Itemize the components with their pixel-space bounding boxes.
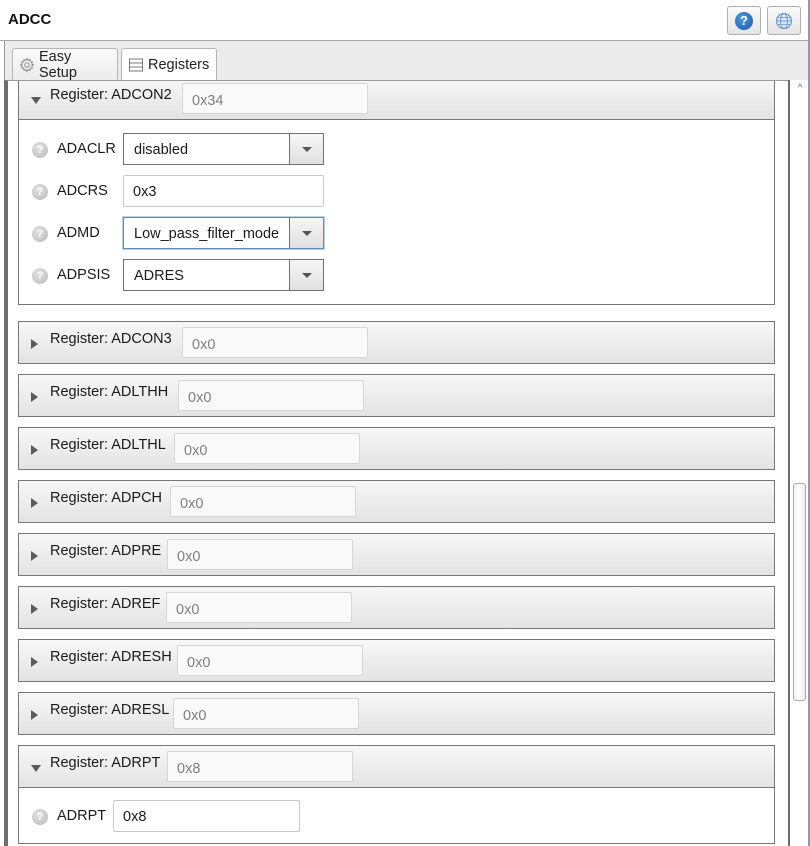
vertical-scrollbar[interactable]: ^ (788, 80, 808, 846)
register-adlthl: Register: ADLTHL 0x0 (18, 427, 775, 470)
register-adrpt: Register: ADRPT 0x8 ? ADRPT 0x8 (18, 745, 775, 844)
tab-registers-label: Registers (148, 57, 210, 73)
collapse-arrow-icon (31, 97, 41, 104)
register-header[interactable]: Register: ADRPT 0x8 (18, 745, 775, 788)
dropdown-value: Low_pass_filter_mode (134, 226, 280, 242)
help-icon: ? (735, 11, 753, 30)
help-icon[interactable]: ? (32, 226, 48, 242)
register-label: Register: ADPRE (50, 543, 162, 559)
register-value-field[interactable]: 0x0 (178, 380, 364, 411)
register-value-field[interactable]: 0x8 (167, 751, 353, 782)
register-label: Register: ADLTHH (50, 384, 169, 400)
register-header[interactable]: Register: ADRESL 0x0 (18, 692, 775, 735)
register-value-field[interactable]: 0x0 (166, 592, 352, 623)
register-adlthh: Register: ADLTHH 0x0 (18, 374, 775, 417)
scrollbar-thumb[interactable] (793, 483, 806, 701)
registers-panel: Register: ADCON2 0x34 ? ADACLR disabled … (4, 80, 788, 846)
field-row-adpsis: ? ADPSIS ADRES (19, 259, 774, 292)
register-header[interactable]: Register: ADPCH 0x0 (18, 480, 775, 523)
register-adcon2: Register: ADCON2 0x34 ? ADACLR disabled … (18, 81, 775, 305)
register-value-field[interactable]: 0x0 (167, 539, 353, 570)
expand-arrow-icon (31, 604, 38, 614)
tab-easy-setup-label: Easy Setup (39, 48, 77, 81)
title-bar: ADCC ? (0, 0, 808, 41)
field-label: ADPSIS (57, 267, 111, 283)
field-row-adaclr: ? ADACLR disabled (19, 133, 774, 166)
dropdown-button[interactable] (289, 260, 323, 290)
chevron-down-icon (301, 272, 312, 278)
chevron-up-icon[interactable]: ^ (793, 82, 807, 94)
field-label: ADCRS (57, 183, 108, 199)
dropdown-value: ADRES (134, 268, 184, 284)
register-header[interactable]: Register: ADCON2 0x34 (18, 81, 775, 120)
field-label: ADRPT (57, 808, 107, 824)
field-row-admd: ? ADMD Low_pass_filter_mode (19, 217, 774, 250)
expand-arrow-icon (31, 551, 38, 561)
admd-dropdown[interactable]: Low_pass_filter_mode (123, 217, 324, 249)
adrpt-input[interactable]: 0x8 (113, 800, 300, 832)
help-icon[interactable]: ? (32, 142, 48, 158)
adcc-window: ADCC ? Easy Setup Registers Register: AD… (0, 0, 810, 846)
register-adresh: Register: ADRESH 0x0 (18, 639, 775, 682)
adcrs-input[interactable]: 0x3 (123, 175, 324, 207)
expand-arrow-icon (31, 392, 38, 402)
register-label: Register: ADCON2 (50, 87, 172, 103)
register-fields: ? ADACLR disabled ? ADCRS 0x3 ? ADMD Low… (18, 120, 775, 305)
register-list-icon (128, 57, 144, 73)
register-adref: Register: ADREF 0x0 (18, 586, 775, 629)
chevron-down-icon (301, 230, 312, 236)
expand-arrow-icon (31, 498, 38, 508)
register-value-field[interactable]: 0x0 (177, 645, 363, 676)
register-header[interactable]: Register: ADPRE 0x0 (18, 533, 775, 576)
tab-bar: Easy Setup Registers (4, 41, 808, 81)
help-icon[interactable]: ? (32, 184, 48, 200)
register-adpre: Register: ADPRE 0x0 (18, 533, 775, 576)
dropdown-button[interactable] (289, 218, 323, 248)
register-header[interactable]: Register: ADRESH 0x0 (18, 639, 775, 682)
register-label: Register: ADRESL (50, 702, 170, 718)
register-header[interactable]: Register: ADCON3 0x0 (18, 321, 775, 364)
help-button[interactable]: ? (727, 6, 761, 35)
expand-arrow-icon (31, 710, 38, 720)
gear-icon (19, 56, 35, 73)
field-row-adcrs: ? ADCRS 0x3 (19, 175, 774, 208)
register-label: Register: ADRPT (50, 755, 161, 771)
register-value-field[interactable]: 0x0 (170, 486, 356, 517)
adaclr-dropdown[interactable]: disabled (123, 133, 324, 165)
register-header[interactable]: Register: ADLTHH 0x0 (18, 374, 775, 417)
dropdown-value: disabled (134, 142, 189, 158)
field-label: ADMD (57, 225, 100, 241)
globe-button[interactable] (767, 6, 801, 35)
register-adpch: Register: ADPCH 0x0 (18, 480, 775, 523)
expand-arrow-icon (31, 657, 38, 667)
register-adresl: Register: ADRESL 0x0 (18, 692, 775, 735)
expand-arrow-icon (31, 339, 38, 349)
field-row-adrpt: ? ADRPT 0x8 (19, 800, 774, 833)
register-header[interactable]: Register: ADREF 0x0 (18, 586, 775, 629)
expand-arrow-icon (31, 445, 38, 455)
register-fields: ? ADRPT 0x8 (18, 788, 775, 844)
register-header[interactable]: Register: ADLTHL 0x0 (18, 427, 775, 470)
register-label: Register: ADLTHL (50, 437, 166, 453)
dropdown-button[interactable] (289, 134, 323, 164)
globe-icon (775, 12, 793, 29)
register-value-field[interactable]: 0x0 (182, 327, 368, 358)
register-value-field[interactable]: 0x0 (173, 698, 359, 729)
adpsis-dropdown[interactable]: ADRES (123, 259, 324, 291)
collapse-arrow-icon (31, 765, 41, 772)
register-value-field[interactable]: 0x0 (174, 433, 360, 464)
help-icon[interactable]: ? (32, 268, 48, 284)
window-title: ADCC (8, 11, 52, 28)
register-label: Register: ADCON3 (50, 331, 172, 347)
chevron-down-icon (301, 146, 312, 152)
tab-registers[interactable]: Registers (121, 48, 217, 81)
help-icon[interactable]: ? (32, 809, 48, 825)
register-label: Register: ADREF (50, 596, 161, 612)
field-label: ADACLR (57, 141, 116, 157)
register-value-field[interactable]: 0x34 (182, 83, 368, 114)
register-label: Register: ADRESH (50, 649, 172, 665)
tab-easy-setup[interactable]: Easy Setup (12, 48, 118, 81)
register-label: Register: ADPCH (50, 490, 163, 506)
register-adcon3: Register: ADCON3 0x0 (18, 321, 775, 364)
